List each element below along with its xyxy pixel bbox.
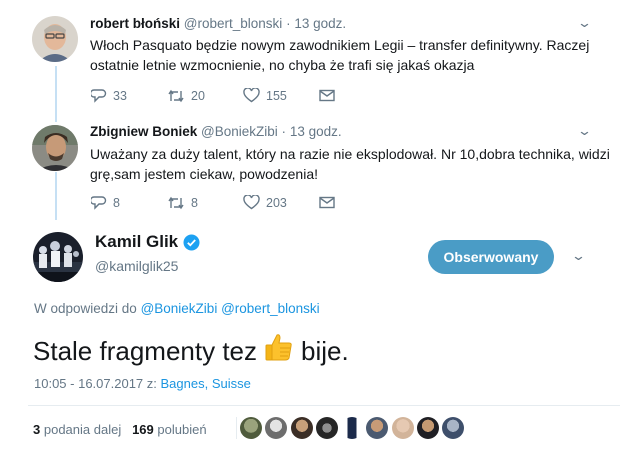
- tweet-text: Włoch Pasquato będzie nowym zawodnikiem …: [90, 37, 590, 73]
- tweet-text-part: Stale fragmenty tez: [33, 336, 257, 366]
- liker-avatar[interactable]: [240, 417, 262, 439]
- like-label: polubień: [157, 422, 207, 437]
- separator-dot: ·: [281, 124, 287, 139]
- author-handle[interactable]: @robert_blonski: [184, 16, 283, 31]
- like-action[interactable]: 155: [243, 88, 319, 103]
- liker-avatar[interactable]: [265, 417, 288, 439]
- main-author-name-text: Kamil Glik: [95, 232, 179, 251]
- tweet-time[interactable]: 13 godz.: [294, 16, 346, 31]
- likers-avatars: [240, 417, 468, 439]
- tweet-stats: 3 podania dalej 169 polubień: [33, 422, 207, 437]
- retweets-stat[interactable]: 3 podania dalej: [33, 422, 121, 437]
- replying-to: W odpowiedzi do @BoniekZibi @robert_blon…: [34, 301, 320, 316]
- author-handle[interactable]: @BoniekZibi: [201, 124, 278, 139]
- like-count: 203: [266, 195, 287, 210]
- chevron-down-icon[interactable]: ⌄: [571, 248, 586, 264]
- reply-icon: [91, 89, 107, 103]
- reply-icon: [91, 196, 107, 210]
- retweet-count: 8: [191, 195, 198, 210]
- tweet-header: robert błoński @robert_blonski · 13 godz…: [90, 15, 346, 33]
- heart-icon: [243, 88, 260, 103]
- reply-count: 33: [113, 88, 127, 103]
- author-name[interactable]: robert błoński: [90, 16, 180, 31]
- reply-action[interactable]: 33: [91, 88, 167, 103]
- tweet-timestamp[interactable]: 10:05 - 16.07.2017 z:: [34, 376, 157, 391]
- retweet-count: 3: [33, 422, 41, 437]
- tweet-actions: 33 20 155: [91, 88, 395, 103]
- following-button[interactable]: Obserwowany: [428, 240, 554, 274]
- divider: [236, 417, 237, 439]
- avatar[interactable]: [32, 125, 78, 171]
- message-icon: [319, 89, 335, 102]
- tweet-robert-blonski[interactable]: robert błoński @robert_blonski · 13 godz…: [0, 0, 620, 120]
- retweet-icon: [168, 196, 184, 209]
- liker-avatar[interactable]: [290, 417, 313, 439]
- chevron-down-icon[interactable]: ⌄: [577, 15, 592, 31]
- like-count: 169: [132, 422, 154, 437]
- liker-avatar[interactable]: [391, 417, 414, 439]
- separator-dot: ·: [286, 16, 291, 31]
- main-avatar[interactable]: [33, 232, 83, 282]
- main-tweet-text: Stale fragmenty tez bije.: [33, 331, 349, 371]
- retweet-label: podania dalej: [43, 422, 122, 437]
- divider: [28, 405, 620, 406]
- liker-avatar[interactable]: [366, 417, 389, 439]
- retweet-count: 20: [191, 88, 205, 103]
- tweet-zbigniew-boniek[interactable]: Zbigniew Boniek @BoniekZibi · 13 godz. ⌄…: [0, 118, 620, 228]
- retweet-action[interactable]: 8: [167, 196, 243, 210]
- tweet-text-part: bije.: [301, 336, 349, 366]
- liker-avatar[interactable]: [442, 417, 465, 439]
- verified-icon: [183, 234, 200, 250]
- reply-prefix: W odpowiedzi do: [34, 301, 137, 316]
- tweet-time[interactable]: 13 godz.: [290, 124, 342, 139]
- tweet-actions: 8 8 203: [91, 195, 395, 210]
- message-icon: [319, 196, 335, 209]
- author-name[interactable]: Zbigniew Boniek: [90, 124, 197, 139]
- reply-user-link[interactable]: @robert_blonski: [221, 301, 320, 316]
- location-link[interactable]: Bagnes, Suisse: [161, 376, 251, 391]
- liker-avatar[interactable]: [315, 417, 338, 439]
- thumbs-up-emoji: [263, 331, 295, 371]
- like-count: 155: [266, 88, 287, 103]
- likes-stat[interactable]: 169 polubień: [132, 422, 206, 437]
- main-author-name[interactable]: Kamil Glik: [95, 232, 200, 252]
- tweet-text: Uważany za duży talent, który na razie n…: [90, 146, 610, 182]
- liker-avatar[interactable]: [341, 417, 364, 439]
- retweet-action[interactable]: 20: [167, 89, 243, 103]
- reply-user-link[interactable]: @BoniekZibi: [141, 301, 218, 316]
- retweet-icon: [168, 89, 184, 102]
- reply-count: 8: [113, 195, 120, 210]
- main-author-handle[interactable]: @kamilglik25: [95, 258, 178, 274]
- heart-icon: [243, 195, 260, 210]
- liker-avatar[interactable]: [417, 417, 440, 439]
- message-action[interactable]: [319, 89, 395, 102]
- reply-action[interactable]: 8: [91, 195, 167, 210]
- message-action[interactable]: [319, 196, 395, 209]
- like-action[interactable]: 203: [243, 195, 319, 210]
- tweet-meta: 10:05 - 16.07.2017 z: Bagnes, Suisse: [34, 376, 251, 391]
- tweet-header: Zbigniew Boniek @BoniekZibi · 13 godz.: [90, 123, 342, 141]
- chevron-down-icon[interactable]: ⌄: [577, 123, 592, 139]
- avatar[interactable]: [32, 16, 78, 62]
